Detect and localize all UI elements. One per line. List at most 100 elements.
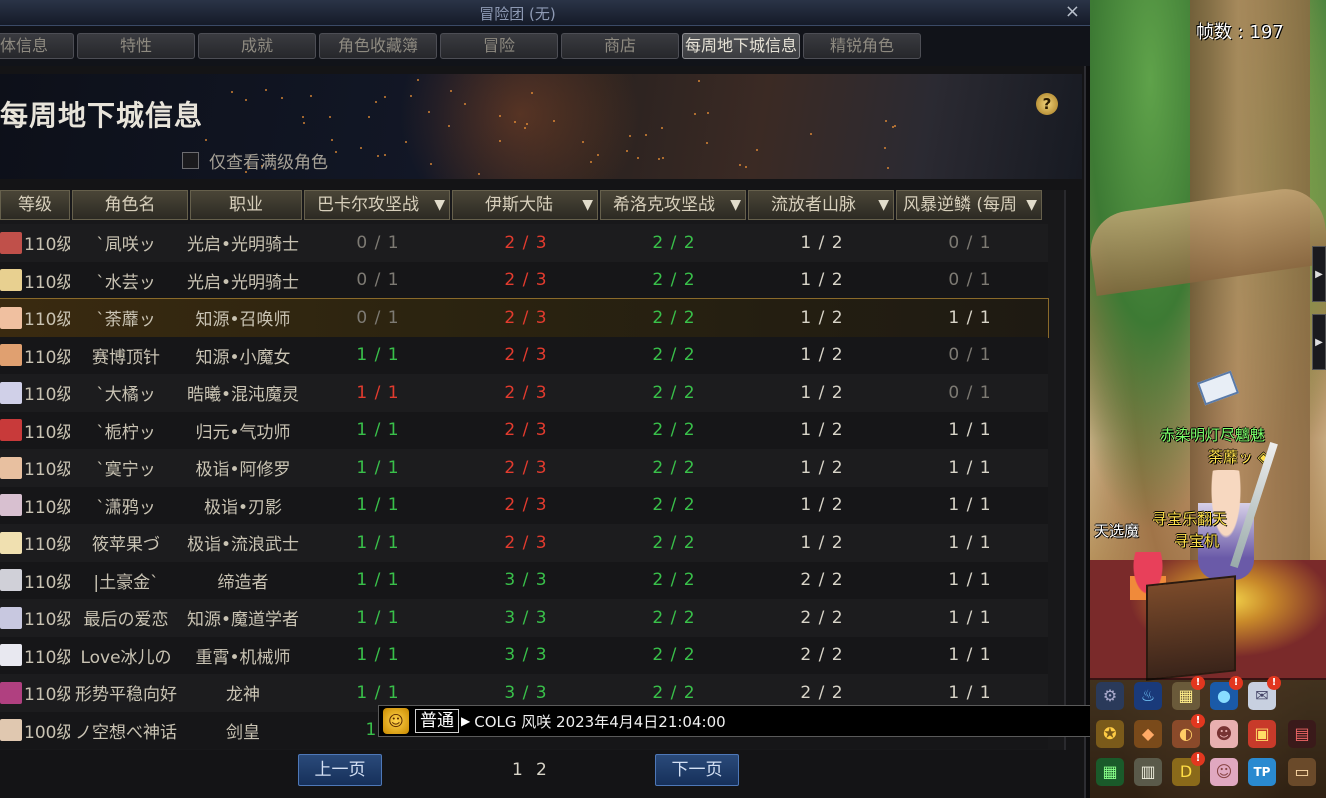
table-row[interactable]: 110级 `栀柠ッ 归元•气功师 1 / 1 2 / 3 2 / 2 1 / 2 1 / 1 — [0, 412, 1048, 450]
sort-arrow-icon[interactable]: ▼ — [1026, 191, 1037, 219]
header-job[interactable]: 职业 — [190, 190, 302, 220]
window-title: 冒险团 (无) — [0, 3, 1035, 24]
sort-arrow-icon[interactable]: ▼ — [582, 191, 593, 219]
header-name[interactable]: 角色名 — [72, 190, 188, 220]
header-isle[interactable]: 伊斯大陆 ▼ — [452, 190, 598, 220]
cell-bakal: 1 / 1 — [304, 345, 452, 365]
blue-flame-icon[interactable]: ♨ — [1134, 682, 1162, 710]
book-icon[interactable]: ▤ — [1288, 720, 1316, 748]
cell-isle: 2 / 3 — [452, 383, 600, 403]
notification-badge: ! — [1191, 676, 1205, 690]
tab-adventure[interactable]: 冒险 — [440, 33, 558, 59]
spark — [329, 116, 331, 118]
spark — [384, 154, 386, 156]
notification-badge: ! — [1229, 676, 1243, 690]
max-level-checkbox[interactable] — [182, 152, 199, 169]
tab-achievements[interactable]: 成就 — [198, 33, 316, 59]
emoji-icon[interactable]: ☺ — [383, 708, 409, 734]
quick-icon-bar: ⚙ ♨ ▦! ●! ✉! ✪ ◆ ◐! ☻ ▣ ▤ ▦ ▥ D! ☺ TP ▭ — [1090, 678, 1326, 798]
notebook-icon[interactable]: ▥ — [1134, 758, 1162, 786]
cell-storm: 0 / 1 — [896, 345, 1044, 365]
gear-icon[interactable]: ⚙ — [1096, 682, 1124, 710]
tab-shop[interactable]: 商店 — [561, 33, 679, 59]
cell-siroco: 2 / 2 — [600, 533, 748, 553]
spark — [514, 121, 516, 123]
spark — [377, 155, 379, 157]
chat-channel-button[interactable]: 普通 — [415, 709, 459, 733]
tab-info[interactable]: 体信息 — [0, 33, 74, 59]
cell-storm: 1 / 1 — [896, 533, 1044, 553]
treasure-machine-tag: 寻宝机 — [1174, 530, 1219, 551]
water-drop-icon[interactable]: ●! — [1210, 682, 1238, 710]
tab-weekly-dungeon[interactable]: 每周地下城信息 — [682, 33, 800, 59]
side-panel-toggle-2[interactable]: ▶ — [1312, 314, 1326, 370]
tab-elite-characters[interactable]: 精锐角色 — [803, 33, 921, 59]
cell-name: ノ空想べ神话 — [70, 718, 182, 743]
header-level[interactable]: 等级 — [0, 190, 70, 220]
card-icon[interactable]: ▦! — [1172, 682, 1200, 710]
cell-storm: 0 / 1 — [896, 270, 1044, 290]
dungeon-icon[interactable]: D! — [1172, 758, 1200, 786]
prev-page-button[interactable]: 上一页 — [298, 754, 382, 786]
cell-exile: 1 / 2 — [748, 495, 896, 515]
page-2-link[interactable]: 2 — [536, 760, 547, 780]
scroll-icon[interactable]: ▭ — [1288, 758, 1316, 786]
table-row[interactable]: 110级 `凬咲ッ 光启•光明骑士 0 / 1 2 / 3 2 / 2 1 / 2 0 / 1 — [0, 224, 1048, 262]
avatar-icon[interactable]: ☻ — [1210, 720, 1238, 748]
cell-siroco: 2 / 2 — [600, 495, 748, 515]
bag-icon[interactable]: ◆ — [1134, 720, 1162, 748]
cell-level: 110级 — [22, 380, 70, 405]
cell-storm: 0 / 1 — [896, 383, 1044, 403]
cell-level: 100级 — [22, 718, 70, 743]
table-row[interactable]: 110级 |土豪金` 缔造者 1 / 1 3 / 3 2 / 2 2 / 2 1 / 1 — [0, 562, 1048, 600]
header-bakal[interactable]: 巴卡尔攻坚战 ▼ — [304, 190, 450, 220]
header-exile-mountains[interactable]: 流放者山脉 ▼ — [748, 190, 894, 220]
table-row[interactable]: 110级 最后の爱恋 知源•魔道学者 1 / 1 3 / 3 2 / 2 2 / 2 1 / … — [0, 599, 1048, 637]
spark — [739, 164, 741, 166]
table-row[interactable]: 110级 `大橘ッ 晧曦•混沌魔灵 1 / 1 2 / 3 2 / 2 1 / 2 0 / 1 — [0, 374, 1048, 412]
character-avatar — [0, 682, 22, 704]
gift-icon[interactable]: ▣ — [1248, 720, 1276, 748]
header-siroco[interactable]: 希洛克攻坚战 ▼ — [600, 190, 746, 220]
cell-isle: 3 / 3 — [452, 645, 600, 665]
close-icon[interactable]: × — [1065, 1, 1080, 22]
max-level-filter[interactable]: 仅查看满级角色 — [182, 148, 328, 173]
calendar-icon[interactable]: ▦ — [1096, 758, 1124, 786]
spark — [450, 90, 452, 92]
tab-character-collection[interactable]: 角色收藏簿 — [319, 33, 437, 59]
help-icon[interactable]: ? — [1036, 93, 1058, 115]
header-isle-label: 伊斯大陆 — [485, 195, 553, 215]
table-row[interactable]: 110级 筱苹果づ 极诣•流浪武士 1 / 1 2 / 3 2 / 2 1 / 2 1 / 1 — [0, 524, 1048, 562]
spark — [331, 139, 333, 141]
side-panel-toggle[interactable]: ▶ — [1312, 246, 1326, 302]
map-icon[interactable]: ◐! — [1172, 720, 1200, 748]
next-page-button[interactable]: 下一页 — [655, 754, 739, 786]
cell-name: 筱苹果づ — [70, 530, 182, 555]
table-row[interactable]: 110级 赛博顶针 知源•小魔女 1 / 1 2 / 3 2 / 2 1 / 2 0 / 1 — [0, 337, 1048, 375]
spark — [360, 147, 362, 149]
treasure-machine[interactable] — [1146, 575, 1236, 680]
sort-arrow-icon[interactable]: ▼ — [878, 191, 889, 219]
character-avatar — [0, 269, 22, 291]
chat-input[interactable]: COLG 风咲 2023年4月4日21:04:00 — [474, 711, 725, 732]
tp-icon[interactable]: TP — [1248, 758, 1276, 786]
table-header: 等级 角色名 职业 巴卡尔攻坚战 ▼ 伊斯大陆 ▼ 希洛克攻坚战 ▼ 流放者山脉… — [0, 190, 1044, 224]
mail-icon[interactable]: ✉! — [1248, 682, 1276, 710]
sort-arrow-icon[interactable]: ▼ — [434, 191, 445, 219]
table-row[interactable]: 110级 `潇鸦ッ 极诣•刃影 1 / 1 2 / 3 2 / 2 1 / 2 1 / 1 — [0, 487, 1048, 525]
game-viewport: 帧数 : 197 ▶ ▶ 赤染明灯尽魑魅 荼蘼ッ ◈ 寻宝乐翻天 寻宝机 天选魔… — [1090, 0, 1326, 798]
table-row[interactable]: 110级 `水芸ッ 光启•光明骑士 0 / 1 2 / 3 2 / 2 1 / 2 0 / 1 — [0, 262, 1048, 300]
page-1-link[interactable]: 1 — [512, 760, 523, 780]
table-row[interactable]: 110级 `荼蘼ッ 知源•召唤师 0 / 1 2 / 3 2 / 2 1 / 2 1 / 1 — [0, 299, 1048, 337]
header-storm-scale[interactable]: 风暴逆鳞 (每周 ▼ — [896, 190, 1042, 220]
trophy-icon[interactable]: ✪ — [1096, 720, 1124, 748]
spark — [428, 111, 430, 113]
table-row[interactable]: 110级 `寞宁ッ 极诣•阿修罗 1 / 1 2 / 3 2 / 2 1 / 2 1 / 1 — [0, 449, 1048, 487]
character-icon[interactable]: ☺ — [1210, 758, 1238, 786]
tab-traits[interactable]: 特性 — [77, 33, 195, 59]
spark — [368, 116, 370, 118]
table-row[interactable]: 110级 Love冰儿の 重霄•机械师 1 / 1 3 / 3 2 / 2 2 / 2 1 /… — [0, 637, 1048, 675]
cell-isle: 2 / 3 — [452, 345, 600, 365]
sort-arrow-icon[interactable]: ▼ — [730, 191, 741, 219]
cell-storm: 1 / 1 — [896, 645, 1044, 665]
